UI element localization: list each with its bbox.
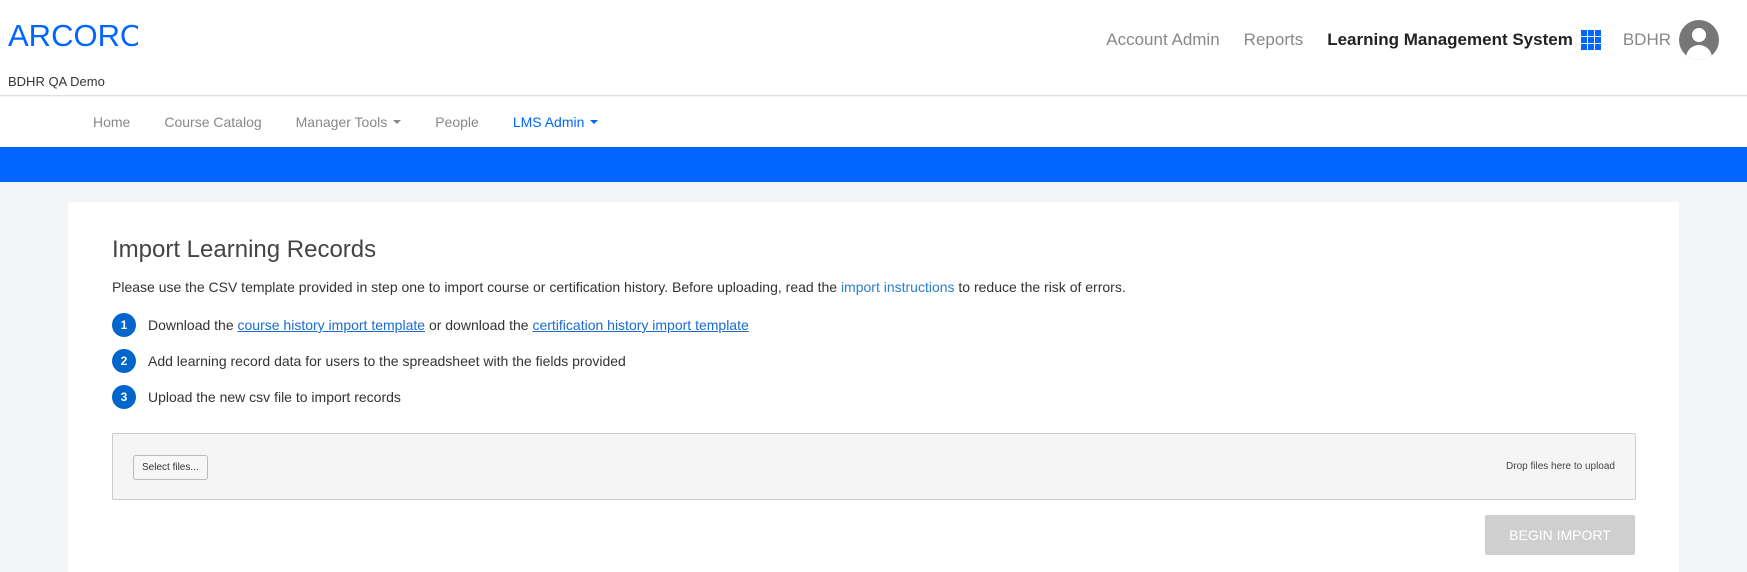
step-number-badge: 2	[112, 349, 136, 373]
header-band	[0, 147, 1747, 182]
step-2: 2 Add learning record data for users to …	[112, 349, 626, 373]
user-name[interactable]: BDHR	[1623, 30, 1671, 50]
top-right-nav: Account Admin Reports Learning Managemen…	[1082, 20, 1719, 60]
import-instructions-link[interactable]: import instructions	[841, 279, 955, 295]
nav-manager-tools-label: Manager Tools	[295, 114, 388, 130]
nav-home[interactable]: Home	[76, 114, 147, 130]
nav-course-catalog[interactable]: Course Catalog	[147, 114, 278, 130]
nav-people-label: People	[435, 114, 479, 130]
account-admin-link[interactable]: Account Admin	[1106, 30, 1219, 50]
page-title: Import Learning Records	[112, 236, 377, 263]
nav-people[interactable]: People	[418, 114, 496, 130]
intro-text: Please use the CSV template provided in …	[112, 279, 1126, 295]
nav-lms-admin[interactable]: LMS Admin	[496, 114, 616, 130]
top-header: ARCORO BDHR QA Demo Account Admin Report…	[0, 0, 1747, 96]
step-1-text-before: Download the	[148, 317, 234, 333]
svg-text:ARCORO: ARCORO	[8, 18, 138, 52]
intro-text-after: to reduce the risk of errors.	[954, 279, 1126, 295]
certification-history-template-link[interactable]: certification history import template	[532, 317, 748, 333]
nav-home-label: Home	[93, 114, 131, 130]
select-files-button[interactable]: Select files...	[133, 455, 208, 480]
step-1: 1 Download the course history import tem…	[112, 313, 749, 337]
caret-down-icon	[590, 120, 599, 124]
arcoro-logo[interactable]: ARCORO	[8, 18, 138, 52]
arcoro-logo-mark: ARCORO	[8, 18, 138, 52]
step-2-text: Add learning record data for users to th…	[148, 353, 626, 369]
nav-course-catalog-label: Course Catalog	[164, 114, 262, 130]
import-card: Import Learning Records Please use the C…	[68, 202, 1679, 572]
step-3: 3 Upload the new csv file to import reco…	[112, 385, 401, 409]
caret-down-icon	[393, 120, 402, 124]
grid-icon[interactable]	[1580, 30, 1601, 50]
step-number-badge: 3	[112, 385, 136, 409]
step-number-badge: 1	[112, 313, 136, 337]
main-nav: Home Course Catalog Manager Tools People…	[0, 97, 1747, 147]
begin-import-button[interactable]: BEGIN IMPORT	[1485, 515, 1635, 555]
step-3-text: Upload the new csv file to import record…	[148, 389, 401, 405]
reports-link[interactable]: Reports	[1244, 30, 1304, 50]
nav-manager-tools[interactable]: Manager Tools	[279, 114, 419, 130]
intro-text-before: Please use the CSV template provided in …	[112, 279, 841, 295]
step-1-text-mid: or download the	[428, 317, 529, 333]
nav-lms-admin-label: LMS Admin	[512, 114, 585, 130]
lms-link[interactable]: Learning Management System	[1327, 30, 1573, 50]
org-name: BDHR QA Demo	[8, 74, 105, 89]
course-history-template-link[interactable]: course history import template	[238, 317, 426, 333]
file-dropzone[interactable]: Select files... Drop files here to uploa…	[112, 433, 1636, 500]
user-avatar-icon[interactable]	[1679, 20, 1719, 60]
drop-hint: Drop files here to upload	[1506, 461, 1615, 472]
